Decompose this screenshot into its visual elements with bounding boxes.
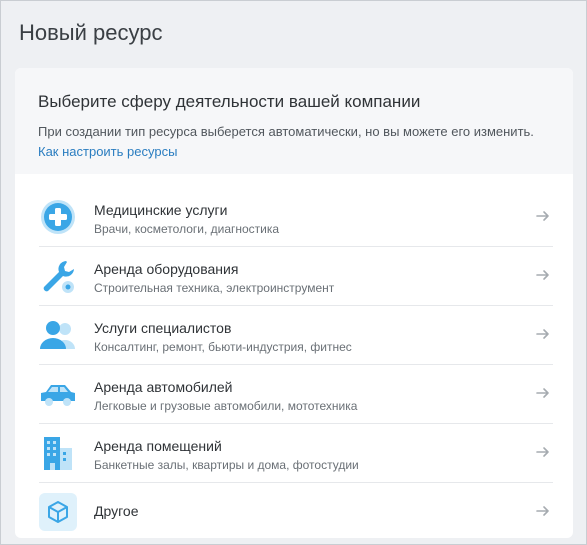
item-title: Медицинские услуги [94, 202, 228, 218]
window-frame: Новый ресурс Выберите сферу деятельности… [0, 0, 587, 545]
item-subtitle: Консалтинг, ремонт, бьюти-индустрия, фит… [94, 340, 352, 354]
item-title: Услуги специалистов [94, 320, 232, 336]
list-item-other[interactable]: Другое [39, 483, 553, 541]
resource-type-card: Выберите сферу деятельности вашей компан… [15, 68, 573, 538]
list-item-cars[interactable]: Аренда автомобилей Легковые и грузовые а… [39, 365, 553, 424]
list-item-specialists[interactable]: Услуги специалистов Консалтинг, ремонт, … [39, 306, 553, 365]
arrow-right-icon [536, 211, 549, 221]
arrow-right-icon [536, 388, 549, 398]
arrow-right-icon [536, 270, 549, 280]
arrow-right-icon [536, 447, 549, 457]
item-subtitle: Банкетные залы, квартиры и дома, фотосту… [94, 458, 359, 472]
card-description: При создании тип ресурса выберется автом… [38, 122, 538, 162]
page-title: Новый ресурс [19, 20, 163, 45]
item-subtitle: Врачи, косметологи, диагностика [94, 222, 280, 236]
building-icon [39, 434, 77, 472]
resource-type-list: Медицинские услуги Врачи, косметологи, д… [15, 188, 573, 541]
card-description-text: При создании тип ресурса выберется автом… [38, 124, 534, 139]
list-item-equipment[interactable]: Аренда оборудования Строительная техника… [39, 247, 553, 306]
car-icon [39, 375, 77, 413]
item-subtitle: Строительная техника, электроинструмент [94, 281, 335, 295]
medical-cross-icon [39, 198, 77, 236]
card-title: Выберите сферу деятельности вашей компан… [38, 92, 421, 111]
cube-icon [39, 493, 77, 531]
item-subtitle: Легковые и грузовые автомобили, мототехн… [94, 399, 358, 413]
item-title: Аренда автомобилей [94, 379, 233, 395]
item-title: Аренда оборудования [94, 261, 239, 277]
arrow-right-icon [536, 329, 549, 339]
wrench-gear-icon [39, 257, 77, 295]
configure-resources-link[interactable]: Как настроить ресурсы [38, 144, 177, 159]
list-item-medical[interactable]: Медицинские услуги Врачи, косметологи, д… [39, 188, 553, 247]
arrow-right-icon [536, 506, 549, 516]
item-title: Другое [94, 503, 139, 519]
list-item-premises[interactable]: Аренда помещений Банкетные залы, квартир… [39, 424, 553, 483]
item-title: Аренда помещений [94, 438, 222, 454]
people-icon [39, 316, 77, 354]
